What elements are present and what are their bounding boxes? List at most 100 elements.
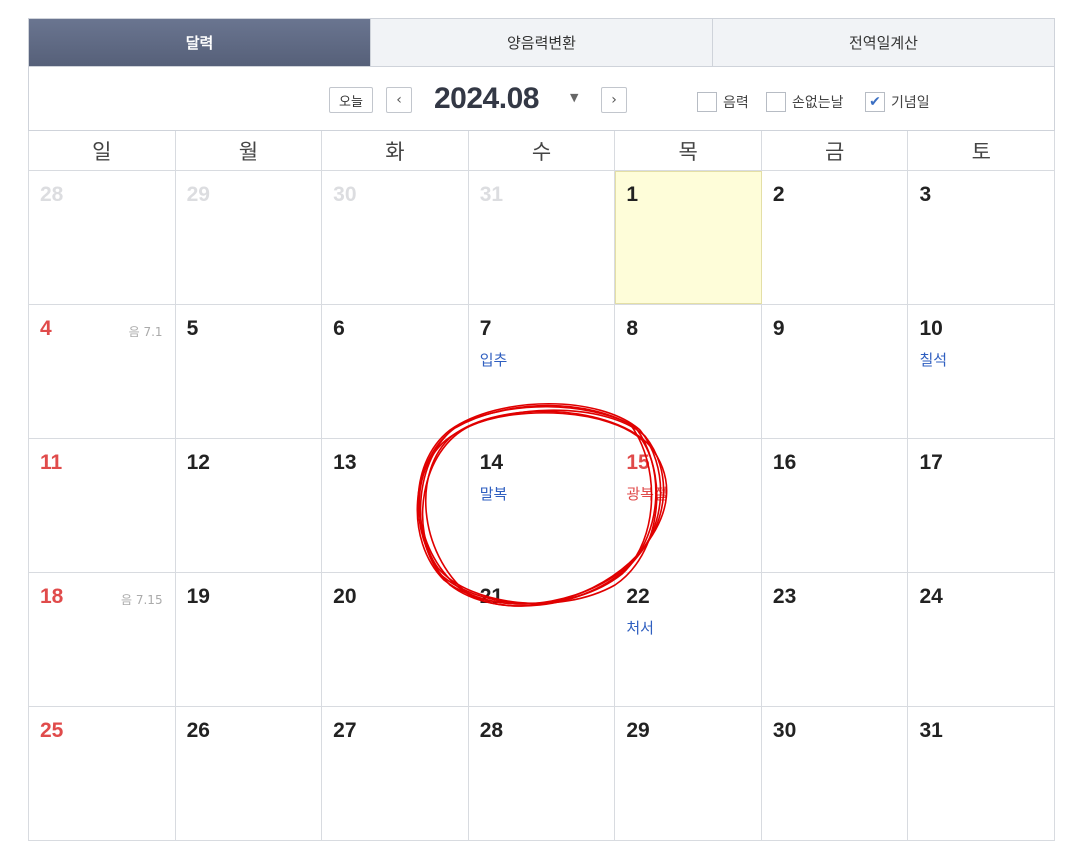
anniversary-option-label: 기념일	[891, 95, 930, 111]
day-number: 5	[186, 317, 199, 340]
day-event[interactable]: 칠석	[919, 349, 1054, 370]
calendar-widget: 달력 양음력변환 전역일계산 오늘 ‹ 2024.08 ▼ › 음력 손없는날 …	[28, 18, 1056, 841]
day-cell[interactable]: 4음 7.1	[29, 305, 176, 438]
day-number: 12	[186, 451, 210, 474]
day-cell[interactable]: 15 광복절	[615, 439, 762, 572]
weekday-label: 수	[469, 131, 616, 170]
day-cell[interactable]: 26	[176, 707, 323, 840]
day-event[interactable]: 말복	[480, 483, 615, 504]
day-number: 9	[772, 317, 785, 340]
day-cell[interactable]: 6	[322, 305, 469, 438]
day-cell[interactable]: 30	[762, 707, 909, 840]
day-cell[interactable]: 8	[615, 305, 762, 438]
day-cell[interactable]: 3	[908, 171, 1056, 304]
day-number: 23	[772, 585, 797, 608]
day-number: 26	[186, 719, 210, 742]
day-cell[interactable]: 16	[762, 439, 909, 572]
caret-down-icon[interactable]: ▼	[570, 91, 578, 104]
day-number: 31	[479, 183, 504, 206]
day-cell[interactable]: 24	[908, 573, 1056, 706]
day-number: 28	[40, 183, 64, 206]
day-cell[interactable]: 18 음 7.15	[29, 573, 176, 706]
day-number: 7	[479, 317, 492, 340]
day-number: 10	[919, 317, 943, 340]
day-cell[interactable]: 22 처서	[615, 573, 762, 706]
day-number: 6	[333, 317, 345, 340]
day-number: 24	[919, 585, 943, 608]
weekday-label: 화	[322, 131, 469, 170]
prev-month-button[interactable]: ‹	[386, 87, 412, 113]
day-cell[interactable]: 28	[29, 171, 176, 304]
day-cell[interactable]: 29	[176, 171, 323, 304]
day-cell[interactable]: 25	[29, 707, 176, 840]
day-cell[interactable]: 31	[469, 171, 616, 304]
day-cell[interactable]: 9	[762, 305, 909, 438]
day-cell[interactable]: 23	[762, 573, 909, 706]
day-cell[interactable]: 17	[908, 439, 1056, 572]
day-number: 27	[333, 719, 357, 742]
day-event[interactable]: 광복절	[626, 483, 761, 504]
day-cell[interactable]: 19	[176, 573, 323, 706]
day-cell[interactable]: 13	[322, 439, 469, 572]
lunar-option[interactable]: 음력	[697, 92, 749, 112]
weekday-label: 토	[908, 131, 1056, 170]
day-cell[interactable]: 31	[908, 707, 1056, 840]
sonup-option[interactable]: 손없는날	[766, 92, 844, 112]
calendar-toolbar: 오늘 ‹ 2024.08 ▼ › 음력 손없는날 ✔ 기념일	[28, 66, 1055, 131]
day-event[interactable]: 처서	[626, 617, 761, 638]
sonup-option-label: 손없는날	[792, 95, 844, 111]
tab-calendar[interactable]: 달력	[29, 19, 370, 66]
day-cell[interactable]: 30	[322, 171, 469, 304]
day-cell[interactable]: 7 입추	[469, 305, 616, 438]
day-cell[interactable]: 21	[469, 573, 616, 706]
month-title[interactable]: 2024.08	[434, 82, 539, 116]
lunar-checkbox[interactable]	[697, 92, 717, 112]
day-number: 2	[772, 183, 785, 206]
day-cell[interactable]: 5	[176, 305, 323, 438]
lunar-date: 음 7.1	[128, 325, 163, 339]
day-cell[interactable]: 29	[615, 707, 762, 840]
today-button[interactable]: 오늘	[329, 87, 373, 113]
day-number: 25	[40, 719, 64, 742]
day-number: 1	[626, 183, 638, 206]
day-number: 11	[40, 451, 63, 474]
next-month-button[interactable]: ›	[601, 87, 627, 113]
day-cell[interactable]: 28	[469, 707, 616, 840]
chevron-right-icon: ›	[611, 92, 617, 108]
week-row: 25 26 27 28 29 30 31	[29, 707, 1056, 841]
day-cell[interactable]: 11	[29, 439, 176, 572]
day-event[interactable]: 입추	[480, 349, 615, 370]
lunar-date: 음 7.15	[121, 593, 163, 607]
day-cell[interactable]: 20	[322, 573, 469, 706]
day-number: 19	[186, 585, 210, 608]
weekday-label: 월	[176, 131, 323, 170]
weekday-label: 목	[615, 131, 762, 170]
day-number: 28	[479, 719, 504, 742]
day-cell[interactable]: 12	[176, 439, 323, 572]
week-row: 28 29 30 31 1 2 3	[29, 171, 1056, 305]
tab-bar: 달력 양음력변환 전역일계산	[28, 18, 1055, 66]
sonup-checkbox[interactable]	[766, 92, 786, 112]
week-row: 4음 7.1 5 6 7 입추 8 9 10 칠석	[29, 305, 1056, 439]
day-number: 17	[919, 451, 943, 474]
tab-lunar-converter[interactable]: 양음력변환	[370, 19, 712, 66]
day-cell[interactable]: 1	[615, 171, 762, 304]
lunar-option-label: 음력	[723, 95, 749, 111]
calendar-grid: 일월화수목금토 28 29 30 31 1 2 3 4 음 7.1 5 6 7 입추 8 9 10 칠석 11 12…	[28, 131, 1056, 841]
weekday-header: 일월화수목금토	[29, 131, 1056, 171]
anniversary-checkbox[interactable]: ✔	[865, 92, 885, 112]
week-row: 11 12 13 14 말복 15 광복절 16 17	[29, 439, 1056, 573]
day-number: 8	[626, 317, 638, 340]
anniversary-option[interactable]: ✔ 기념일	[865, 92, 930, 112]
tab-discharge-calculator[interactable]: 전역일계산	[712, 19, 1054, 66]
day-number: 29	[626, 719, 650, 742]
day-cell[interactable]: 10 칠석	[908, 305, 1056, 438]
day-number: 20	[333, 585, 357, 608]
day-number: 30	[333, 183, 357, 206]
chevron-left-icon: ‹	[396, 92, 402, 108]
day-cell[interactable]: 2	[762, 171, 909, 304]
day-cell[interactable]: 14 말복	[469, 439, 616, 572]
day-cell[interactable]: 27	[322, 707, 469, 840]
day-number: 22	[626, 585, 650, 608]
weekday-label: 일	[29, 131, 176, 170]
